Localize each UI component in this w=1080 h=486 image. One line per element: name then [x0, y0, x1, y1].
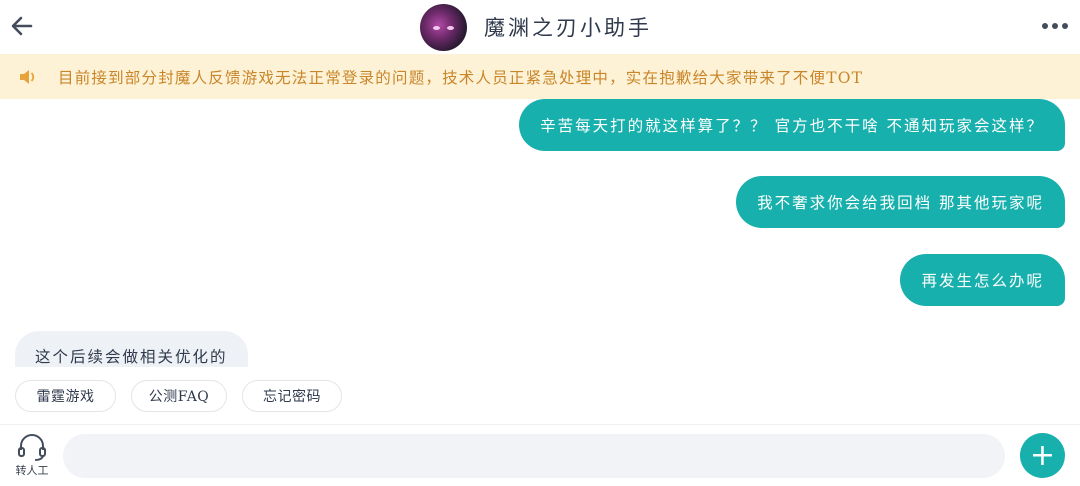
speaker-icon: [20, 70, 35, 84]
quick-reply-chip[interactable]: 忘记密码: [242, 380, 342, 412]
transfer-to-agent-button[interactable]: 转人工: [10, 433, 54, 479]
transfer-label: 转人工: [15, 464, 49, 477]
message-incoming: 这个后续会做相关优化的: [15, 331, 248, 367]
arrow-left-icon[interactable]: [8, 12, 36, 40]
message-outgoing: 辛苦每天打的就这样算了？？ 官方也不干啥 不通知玩家会这样？: [519, 99, 1065, 151]
notice-banner: 目前接到部分封魔人反馈游戏无法正常登录的问题，技术人员正紧急处理中，实在抱歉给大…: [0, 54, 1080, 99]
plus-icon[interactable]: +: [1020, 433, 1065, 478]
notice-text: 目前接到部分封魔人反馈游戏无法正常登录的问题，技术人员正紧急处理中，实在抱歉给大…: [58, 69, 864, 87]
avatar[interactable]: [420, 4, 467, 51]
header: 魔渊之刃小助手: [0, 0, 1080, 54]
more-horizontal-icon[interactable]: [1042, 23, 1068, 29]
message-outgoing: 我不奢求你会给我回档 那其他玩家呢: [736, 176, 1065, 228]
headset-icon: [18, 434, 46, 461]
quick-reply-chip[interactable]: 雷霆游戏: [15, 380, 116, 412]
quick-reply-chip[interactable]: 公测FAQ: [131, 380, 227, 412]
message-input[interactable]: [63, 434, 1005, 478]
message-outgoing: 再发生怎么办呢: [900, 254, 1065, 306]
composer-divider: [0, 424, 1080, 425]
page-title: 魔渊之刃小助手: [484, 16, 652, 40]
